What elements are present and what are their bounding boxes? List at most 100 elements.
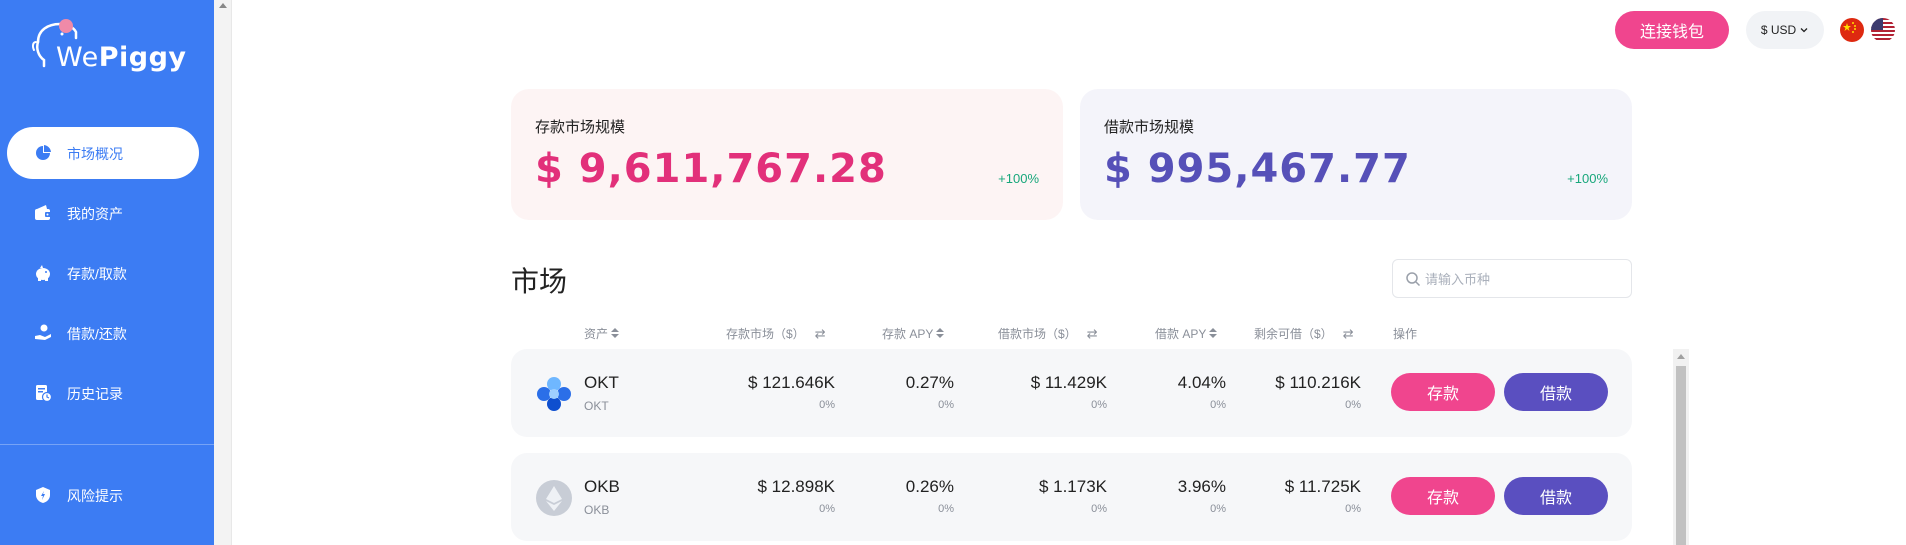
- column-header-borrow-market[interactable]: 借款市场（$） ⇄: [998, 325, 1098, 342]
- sidebar-item-label: 市场概况: [67, 146, 123, 162]
- sidebar-item-deposit-withdraw[interactable]: 存款/取款: [7, 247, 199, 299]
- token-symbol: OKT: [584, 399, 609, 413]
- deposit-apy-change: 0%: [938, 503, 954, 515]
- deposit-market-value: $ 12.898K: [757, 477, 835, 496]
- brand-prefix: We: [56, 42, 99, 73]
- borrow-apy-change: 0%: [1210, 503, 1226, 515]
- sort-icon: [1209, 328, 1218, 339]
- scroll-up-arrow-icon[interactable]: [1677, 354, 1685, 359]
- okt-token-icon: [537, 377, 571, 411]
- token-name: OKT: [584, 373, 619, 392]
- search-icon: [1406, 272, 1421, 287]
- scroll-up-arrow-icon[interactable]: [219, 3, 227, 8]
- sidebar-item-history[interactable]: 历史记录: [7, 367, 199, 419]
- china-flag-icon[interactable]: [1840, 18, 1864, 42]
- sort-icon: [611, 328, 620, 339]
- chevron-down-icon: [1800, 28, 1808, 33]
- sidebar: WePiggy 市场概况 我的资产 存款/取款 借款/还款 历史记录 风险提示: [0, 0, 214, 545]
- deposit-button[interactable]: 存款: [1391, 477, 1495, 515]
- us-flag-icon[interactable]: [1871, 18, 1895, 42]
- currency-label: $ USD: [1760, 23, 1797, 37]
- sidebar-divider: [0, 444, 214, 445]
- borrow-apy-change: 0%: [1210, 399, 1226, 411]
- borrow-apy-value: 4.04%: [1177, 373, 1226, 392]
- okb-token-icon: [536, 480, 572, 516]
- deposit-button[interactable]: 存款: [1391, 373, 1495, 411]
- borrow-button[interactable]: 借款: [1504, 477, 1608, 515]
- borrow-market-title: 借款市场规模: [1104, 119, 1195, 136]
- sort-icon: [936, 328, 945, 339]
- brand-name: WePiggy: [56, 42, 187, 73]
- column-header-label: 借款 APY: [1155, 327, 1207, 341]
- currency-selector[interactable]: $ USD: [1746, 11, 1824, 49]
- borrow-market-change: +100%: [1567, 171, 1608, 186]
- market-title: 市场: [511, 266, 568, 297]
- sidebar-item-label: 存款/取款: [67, 266, 127, 282]
- shield-icon: [36, 487, 50, 503]
- borrow-apy-value: 3.96%: [1177, 477, 1226, 496]
- sidebar-item-borrow-repay[interactable]: 借款/还款: [7, 307, 199, 359]
- pie-chart-icon: [36, 145, 51, 160]
- search-box[interactable]: [1392, 259, 1632, 298]
- deposit-market-title: 存款市场规模: [535, 119, 626, 136]
- scrollbar-thumb[interactable]: [1676, 366, 1686, 545]
- sidebar-item-label: 风险提示: [67, 488, 123, 504]
- table-row[interactable]: OKT OKT $ 121.646K 0% 0.27% 0% $ 11.429K…: [511, 349, 1632, 437]
- column-header-label: 存款 APY: [882, 327, 934, 341]
- column-header-remaining[interactable]: 剩余可借（$） ⇄: [1254, 325, 1354, 342]
- remaining-value: $ 110.216K: [1275, 373, 1361, 392]
- deposit-market-change: +100%: [998, 171, 1039, 186]
- deposit-market-value: $ 9,611,767.28: [535, 146, 887, 192]
- wepiggy-logo[interactable]: WePiggy: [30, 16, 186, 76]
- deposit-market-change: 0%: [819, 503, 835, 515]
- remaining-change: 0%: [1345, 399, 1361, 411]
- table-row[interactable]: OKB OKB $ 12.898K 0% 0.26% 0% $ 1.173K 0…: [511, 453, 1632, 541]
- sidebar-item-label: 历史记录: [67, 386, 123, 402]
- deposit-market-value: $ 121.646K: [748, 373, 835, 392]
- wallet-icon: [35, 205, 51, 220]
- swap-icon: ⇄: [1342, 325, 1354, 341]
- column-header-label: 存款市场（$）: [726, 327, 805, 341]
- remaining-change: 0%: [1345, 503, 1361, 515]
- deposit-apy-change: 0%: [938, 399, 954, 411]
- deposit-apy-value: 0.26%: [905, 477, 954, 496]
- deposit-apy-value: 0.27%: [905, 373, 954, 392]
- search-input[interactable]: [1425, 268, 1615, 290]
- piggy-bank-icon: [36, 265, 50, 281]
- deposit-market-card: 存款市场规模 $ 9,611,767.28 +100%: [511, 89, 1063, 220]
- borrow-market-change: 0%: [1091, 503, 1107, 515]
- borrow-market-value: $ 1.173K: [1038, 477, 1107, 496]
- table-scrollbar[interactable]: [1673, 349, 1689, 545]
- sidebar-item-market-overview[interactable]: 市场概况: [7, 127, 199, 179]
- sidebar-item-label: 我的资产: [67, 206, 123, 222]
- brand-suffix: Piggy: [98, 42, 187, 73]
- swap-icon: ⇄: [814, 325, 826, 341]
- page-scrollbar[interactable]: [214, 0, 232, 545]
- sidebar-item-label: 借款/还款: [67, 326, 127, 342]
- borrow-market-card: 借款市场规模 $ 995,467.77 +100%: [1080, 89, 1632, 220]
- deposit-market-change: 0%: [819, 399, 835, 411]
- token-name: OKB: [584, 477, 620, 496]
- column-header-deposit-market[interactable]: 存款市场（$） ⇄: [726, 325, 826, 342]
- token-symbol: OKB: [584, 503, 610, 517]
- swap-icon: ⇄: [1086, 325, 1098, 341]
- column-header-action: 操作: [1393, 325, 1417, 342]
- sidebar-item-my-assets[interactable]: 我的资产: [7, 187, 199, 239]
- column-header-deposit-apy[interactable]: 存款 APY: [882, 325, 945, 342]
- connect-wallet-button[interactable]: 连接钱包: [1615, 11, 1729, 49]
- column-header-borrow-apy[interactable]: 借款 APY: [1155, 325, 1218, 342]
- borrow-market-value: $ 995,467.77: [1104, 146, 1411, 192]
- column-header-label: 剩余可借（$）: [1254, 327, 1333, 341]
- china-flag-stars-icon: [1843, 22, 1856, 33]
- column-header-asset[interactable]: 资产: [584, 325, 620, 342]
- borrow-market-value: $ 11.429K: [1030, 373, 1107, 392]
- column-header-label: 资产: [584, 327, 609, 341]
- column-header-label: 操作: [1393, 327, 1418, 341]
- sidebar-item-risk-warning[interactable]: 风险提示: [7, 469, 199, 521]
- borrow-market-change: 0%: [1091, 399, 1107, 411]
- hand-coin-icon: [35, 324, 51, 340]
- column-header-label: 借款市场（$）: [998, 327, 1077, 341]
- remaining-value: $ 11.725K: [1284, 477, 1361, 496]
- history-icon: [36, 385, 53, 403]
- borrow-button[interactable]: 借款: [1504, 373, 1608, 411]
